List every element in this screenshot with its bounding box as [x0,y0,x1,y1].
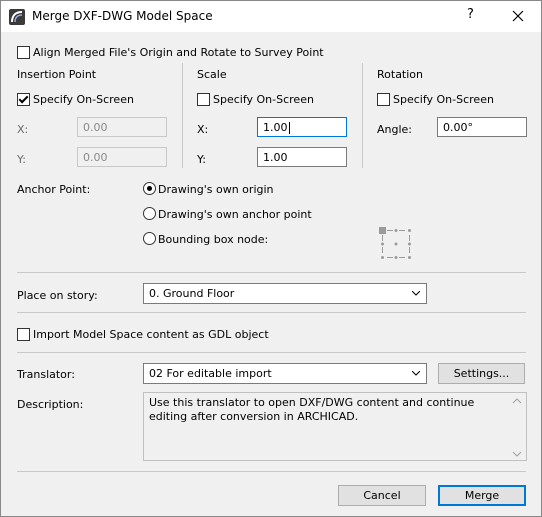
description-textarea[interactable]: Use this translator to open DXF/DWG cont… [143,392,527,461]
gdl-object-checkbox[interactable] [17,328,30,341]
description-text: Use this translator to open DXF/DWG cont… [149,396,475,423]
section-separator [17,471,526,472]
anchor-own-anchor-radio[interactable] [143,207,156,220]
chevron-down-icon [412,371,420,376]
translator-select[interactable]: 02 For editable import [143,363,427,384]
column-divider [362,63,363,168]
insertion-y-label: Y: [17,153,26,166]
section-separator [17,272,526,273]
story-select[interactable]: 0. Ground Floor [143,283,427,304]
window-title: Merge DXF-DWG Model Space [32,9,213,23]
close-icon[interactable] [507,3,529,29]
section-separator [17,312,526,313]
insertion-specify-checkbox[interactable] [17,93,30,106]
align-survey-checkbox[interactable] [17,46,30,59]
anchor-point-label: Anchor Point: [17,183,91,196]
anchor-own-anchor-label[interactable]: Drawing's own anchor point [158,208,312,221]
align-survey-label[interactable]: Align Merged File's Origin and Rotate to… [33,46,324,59]
anchor-own-origin-label[interactable]: Drawing's own origin [158,183,274,196]
insertion-x-label: X: [17,123,29,136]
scale-x-label: X: [197,123,209,136]
story-label: Place on story: [17,289,98,302]
title-bar[interactable]: Merge DXF-DWG Model Space ? [1,1,541,32]
bounding-box-node-grid-icon[interactable] [379,227,413,261]
cancel-button[interactable]: Cancel [338,485,426,506]
column-divider [182,63,183,168]
rotation-specify-label[interactable]: Specify On-Screen [393,93,494,106]
rotation-heading: Rotation [377,68,424,81]
scale-specify-checkbox[interactable] [197,93,210,106]
scale-heading: Scale [197,68,227,81]
insertion-x-field[interactable]: 0.00 [77,117,167,137]
angle-field[interactable]: 0.00° [437,117,527,137]
merge-dialog: Merge DXF-DWG Model Space ? Align Merged… [0,0,542,517]
translator-select-value: 02 For editable import [149,367,272,380]
anchor-bbox-node-label[interactable]: Bounding box node: [158,233,268,246]
chevron-down-icon [412,291,420,296]
help-button[interactable]: ? [467,7,474,22]
section-separator [17,352,526,353]
story-select-value: 0. Ground Floor [149,287,235,300]
merge-button[interactable]: Merge [438,485,526,506]
anchor-own-origin-radio[interactable] [143,182,156,195]
scale-y-label: Y: [197,153,206,166]
gdl-object-label[interactable]: Import Model Space content as GDL object [33,328,269,341]
translator-label: Translator: [17,368,75,381]
angle-label: Angle: [377,123,413,136]
rotation-specify-checkbox[interactable] [377,93,390,106]
anchor-bbox-node-radio[interactable] [143,232,156,245]
description-scrollbar[interactable] [509,394,525,461]
archicad-app-icon [9,9,25,25]
text-caret [288,122,290,134]
insertion-point-heading: Insertion Point [17,68,97,81]
insertion-y-field[interactable]: 0.00 [77,147,167,167]
scale-y-field[interactable]: 1.00 [257,147,347,167]
scale-x-field[interactable]: 1.00 [257,117,347,137]
settings-button[interactable]: Settings... [438,363,525,384]
insertion-specify-label[interactable]: Specify On-Screen [33,93,134,106]
scale-specify-label[interactable]: Specify On-Screen [213,93,314,106]
description-label: Description: [17,398,84,411]
